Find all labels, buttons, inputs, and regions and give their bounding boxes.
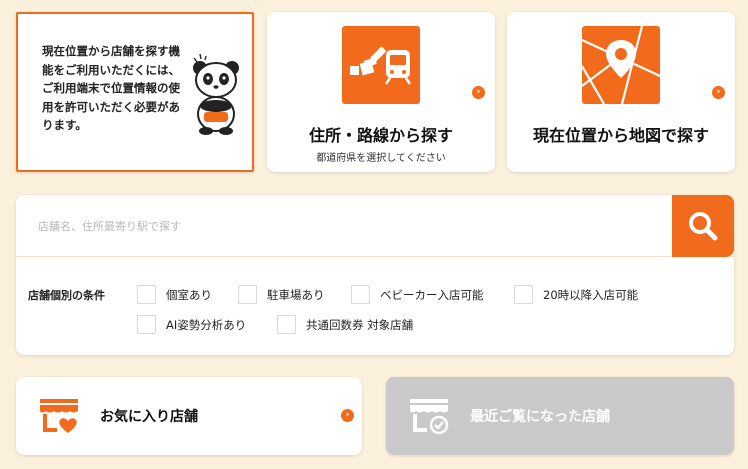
arrow-right-icon: › bbox=[712, 86, 725, 99]
search-icon bbox=[689, 212, 718, 241]
recent-stores-label: 最近ご覧になった店舗 bbox=[470, 409, 610, 425]
checkbox-label: ベビーカー入店可能 bbox=[380, 287, 484, 302]
checkbox-label: 駐車場あり bbox=[267, 287, 325, 302]
address-route-title: 住所・路線から探す bbox=[308, 126, 453, 145]
search-row bbox=[16, 195, 734, 257]
search-button[interactable] bbox=[672, 195, 734, 257]
checkbox-label: 共通回数券 対象店舗 bbox=[306, 317, 414, 332]
checkbox-ai-posture[interactable]: AI姿勢分析あり bbox=[137, 315, 246, 334]
checkbox-label: 個室あり bbox=[166, 287, 212, 302]
checkbox-box[interactable] bbox=[351, 285, 370, 304]
favorite-stores-button[interactable]: お気に入り店舗 › bbox=[16, 377, 362, 455]
checkbox-common-ticket[interactable]: 共通回数券 対象店舗 bbox=[277, 315, 413, 334]
address-route-search-card[interactable]: 住所・路線から探す 都道府県を選択してください › bbox=[267, 12, 495, 172]
location-permission-notice: 現在位置から店舗を探す機能をご利用いただくには、ご利用端末で位置情報の使用を許可… bbox=[16, 12, 254, 172]
recent-stores-button[interactable]: 最近ご覧になった店舗 bbox=[386, 377, 734, 455]
store-search-input[interactable] bbox=[16, 195, 672, 257]
arrow-right-icon: › bbox=[341, 409, 354, 422]
notice-text: 現在位置から店舗を探す機能をご利用いただくには、ご利用端末で位置情報の使用を許可… bbox=[42, 44, 180, 132]
checkbox-box[interactable] bbox=[514, 285, 533, 304]
current-location-map-card[interactable]: 現在位置から地図で探す › bbox=[507, 12, 735, 172]
checkbox-box[interactable] bbox=[137, 315, 156, 334]
panda-mascot-icon bbox=[193, 54, 239, 135]
checkbox-after-20[interactable]: 20時以降入店可能 bbox=[514, 285, 638, 304]
map-pin-icon bbox=[582, 26, 660, 104]
checkbox-box[interactable] bbox=[137, 285, 156, 304]
favorite-stores-label: お気に入り店舗 bbox=[100, 409, 198, 425]
checkbox-private-room[interactable]: 個室あり bbox=[137, 285, 212, 304]
checkbox-label: 20時以降入店可能 bbox=[543, 287, 639, 302]
checkbox-box[interactable] bbox=[277, 315, 296, 334]
arrow-right-icon: › bbox=[472, 86, 485, 99]
checkbox-label: AI姿勢分析あり bbox=[166, 317, 247, 332]
store-check-icon bbox=[410, 399, 449, 435]
checkbox-stroller[interactable]: ベビーカー入店可能 bbox=[351, 285, 484, 304]
address-route-subtitle: 都道府県を選択してください bbox=[316, 153, 446, 164]
train-icon bbox=[342, 26, 420, 104]
checkbox-parking[interactable]: 駐車場あり bbox=[238, 285, 325, 304]
checkbox-box[interactable] bbox=[238, 285, 257, 304]
store-heart-icon bbox=[40, 399, 78, 433]
store-search-panel: 店舗個別の条件 個室あり 駐車場あり ベビーカー入店可能 20時以降入店可能 A… bbox=[16, 195, 734, 355]
conditions-label: 店舗個別の条件 bbox=[28, 289, 105, 302]
current-location-map-title: 現在位置から地図で探す bbox=[532, 126, 709, 145]
